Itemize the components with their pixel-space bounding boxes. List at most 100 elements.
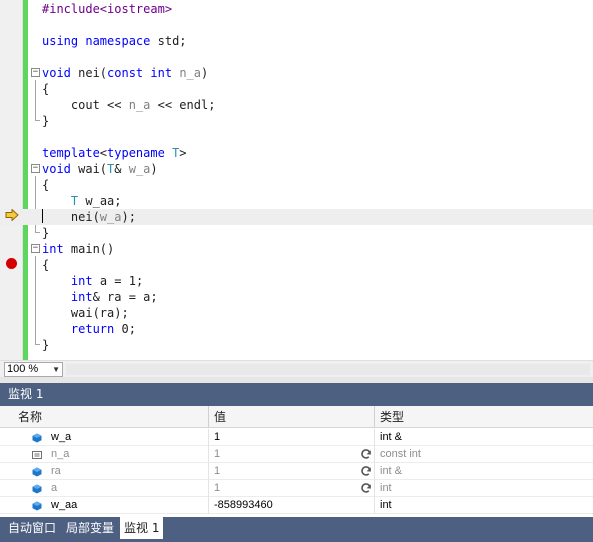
fold-toggle-main-icon[interactable]: −: [31, 244, 40, 253]
code-token: {: [42, 82, 50, 96]
refresh-icon[interactable]: [360, 465, 372, 477]
watch-value[interactable]: 1: [214, 463, 220, 479]
zoom-dropdown[interactable]: 100 % ▼: [4, 362, 63, 377]
code-token: & ra = a;: [92, 290, 158, 304]
code-line[interactable]: − int main(): [0, 241, 593, 257]
code-line[interactable]: nei(w_a);: [0, 209, 593, 225]
code-token: ): [150, 162, 158, 176]
watch-row[interactable]: n_a 1 const int: [0, 446, 593, 463]
column-divider: [374, 463, 375, 480]
code-line[interactable]: {: [0, 257, 593, 273]
column-divider: [208, 429, 209, 446]
variable-icon: [32, 432, 42, 443]
code-line[interactable]: int a = 1;: [0, 273, 593, 289]
code-line[interactable]: wai(ra);: [0, 305, 593, 321]
code-token: int: [150, 66, 173, 80]
code-line[interactable]: {: [0, 177, 593, 193]
code-line[interactable]: using namespace std;: [0, 33, 593, 49]
watch-name[interactable]: n_a: [51, 446, 69, 462]
code-text: return 0;: [42, 321, 136, 337]
code-token: <: [99, 146, 108, 160]
watch-name[interactable]: ra: [51, 463, 61, 479]
watch-row[interactable]: ra 1 int &: [0, 463, 593, 480]
code-line[interactable]: }: [0, 337, 593, 353]
watch-value[interactable]: 1: [214, 446, 220, 462]
current-statement-arrow-icon: [5, 209, 19, 221]
watch-value[interactable]: 1: [214, 429, 220, 445]
watch-row[interactable]: a 1 int: [0, 480, 593, 497]
code-line[interactable]: }: [0, 225, 593, 241]
column-divider[interactable]: [208, 406, 209, 428]
code-text: void nei(const int n_a): [42, 65, 208, 81]
tab-watch-1[interactable]: 监视 1: [120, 517, 164, 539]
code-token: void: [42, 162, 71, 176]
code-token: &: [114, 162, 129, 176]
code-line[interactable]: [0, 17, 593, 33]
code-editor[interactable]: #include<iostream> using namespace std; − v…: [0, 0, 593, 360]
code-text: int main(): [42, 241, 114, 257]
watch-name[interactable]: a: [51, 480, 57, 496]
code-token: std;: [150, 34, 187, 48]
code-token: #include<iostream>: [42, 2, 173, 16]
tab-autos[interactable]: 自动窗口: [4, 517, 60, 542]
watch-type: int: [380, 499, 392, 511]
code-text: using namespace std;: [42, 33, 187, 49]
variable-icon: [32, 466, 42, 477]
code-token: >: [179, 146, 187, 160]
code-line[interactable]: [0, 129, 593, 145]
code-line[interactable]: int& ra = a;: [0, 289, 593, 305]
code-token: }: [42, 338, 50, 352]
code-line[interactable]: return 0;: [0, 321, 593, 337]
code-text: {: [42, 81, 49, 97]
chevron-down-icon: ▼: [52, 365, 60, 374]
code-token: typename: [107, 146, 165, 160]
breakpoint-icon[interactable]: [6, 258, 17, 269]
fold-toggle-wai-icon[interactable]: −: [31, 164, 40, 173]
column-divider: [208, 497, 209, 514]
column-header-name[interactable]: 名称: [18, 406, 42, 428]
code-line[interactable]: − void wai(T& w_a): [0, 161, 593, 177]
code-text: {: [42, 257, 49, 273]
watch-name[interactable]: w_a: [51, 429, 71, 445]
editor-status-strip: 100 % ▼: [0, 360, 593, 377]
code-token: int: [70, 290, 93, 304]
text-caret: [42, 209, 43, 223]
watch-rows: w_a 1 int & n_a 1 const int ra 1 int & a 1 int w_aa -…: [0, 429, 593, 517]
watch-row[interactable]: w_a 1 int &: [0, 429, 593, 446]
watch-type: int: [380, 482, 392, 494]
horizontal-scrollbar[interactable]: [66, 364, 590, 375]
code-token: const: [107, 66, 144, 80]
code-text: int& ra = a;: [42, 289, 158, 305]
code-text: int a = 1;: [42, 273, 143, 289]
code-line[interactable]: [0, 49, 593, 65]
watch-window-title: 监视 1: [0, 383, 593, 406]
code-text: }: [42, 225, 49, 241]
refresh-icon[interactable]: [360, 482, 372, 494]
code-token: nei(: [42, 210, 100, 224]
code-line[interactable]: }: [0, 113, 593, 129]
code-line[interactable]: − void nei(const int n_a): [0, 65, 593, 81]
code-line[interactable]: T w_aa;: [0, 193, 593, 209]
column-divider[interactable]: [374, 406, 375, 428]
watch-name[interactable]: w_aa: [51, 497, 77, 513]
watch-value[interactable]: -858993460: [214, 497, 273, 513]
code-line[interactable]: #include<iostream>: [0, 1, 593, 17]
watch-value[interactable]: 1: [214, 480, 220, 496]
code-area[interactable]: #include<iostream> using namespace std; − v…: [0, 0, 593, 360]
watch-row[interactable]: w_aa -858993460 int: [0, 497, 593, 514]
code-token: return: [70, 322, 115, 336]
column-header-type[interactable]: 类型: [380, 406, 404, 428]
code-line[interactable]: {: [0, 81, 593, 97]
watch-window: 监视 1 名称 值 类型 w_a 1 int & n_a 1 const int ra 1 in…: [0, 383, 593, 517]
refresh-icon[interactable]: [360, 448, 372, 460]
code-line[interactable]: template<typename T>: [0, 145, 593, 161]
watch-column-headers: 名称 值 类型: [0, 406, 593, 428]
code-token: template: [42, 146, 100, 160]
column-header-value[interactable]: 值: [214, 406, 226, 428]
tab-locals[interactable]: 局部变量: [62, 517, 118, 542]
fold-toggle-nei-icon[interactable]: −: [31, 68, 40, 77]
code-line[interactable]: cout << n_a << endl;: [0, 97, 593, 113]
code-text: cout << n_a << endl;: [42, 97, 216, 113]
column-divider: [374, 446, 375, 463]
debug-tab-strip: 自动窗口 局部变量 监视 1: [0, 517, 593, 542]
